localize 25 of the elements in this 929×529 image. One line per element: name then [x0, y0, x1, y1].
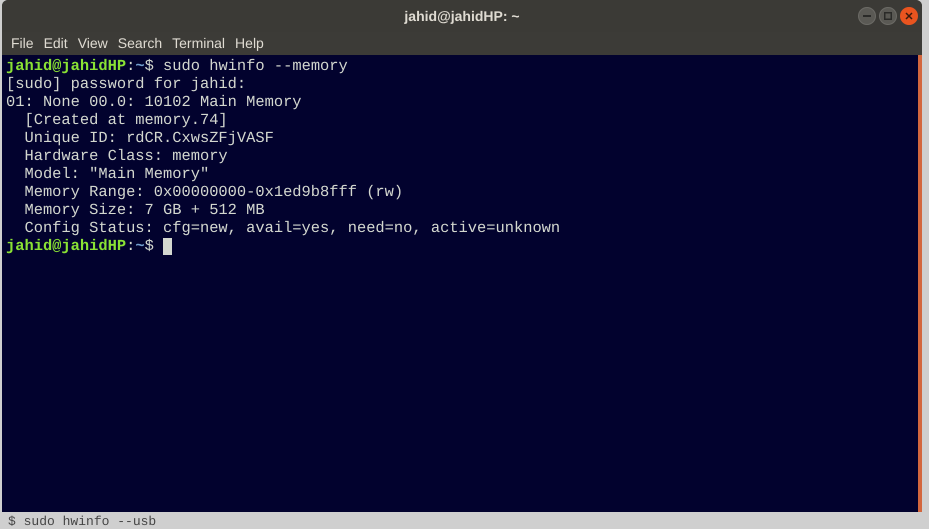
menu-item[interactable]: Help	[230, 33, 269, 54]
menu-item[interactable]: Edit	[38, 33, 73, 54]
output-line: Model: "Main Memory"	[23, 165, 210, 183]
menu-item[interactable]: Search	[112, 33, 168, 54]
minimize-icon	[863, 15, 871, 17]
window-title: jahid@jahidHP: ~	[404, 6, 520, 26]
output-line: Hardware Class: memory	[23, 147, 228, 165]
output-line: Memory Size: 7 GB + 512 MB	[23, 201, 265, 219]
menu-item[interactable]: View	[72, 33, 113, 54]
output-line: [sudo] password for jahid:	[6, 75, 246, 93]
menu-item[interactable]: File	[6, 33, 39, 54]
minimize-button[interactable]	[858, 7, 876, 25]
maximize-button[interactable]	[879, 7, 897, 25]
maximize-icon	[884, 12, 892, 20]
menu-item[interactable]: Terminal	[167, 33, 230, 54]
output-line: Memory Range: 0x00000000-0x1ed9b8fff (rw)	[23, 183, 404, 201]
prompt-line: jahid@jahidHP:~$ sudo hwinfo --memory	[6, 57, 348, 75]
background-terminal-text: $ sudo hwinfo --usb	[8, 514, 156, 529]
output-line: [Created at memory.74]	[23, 111, 228, 129]
output-line: Unique ID: rdCR.CxwsZFjVASF	[23, 129, 274, 147]
close-icon	[905, 12, 913, 20]
output-line: Config Status: cfg=new, avail=yes, need=no, active=unknown	[23, 219, 560, 237]
output-line: 01: None 00.0: 10102 Main Memory	[6, 93, 302, 111]
close-button[interactable]	[900, 7, 918, 25]
prompt-line: jahid@jahidHP:~$	[6, 237, 155, 255]
